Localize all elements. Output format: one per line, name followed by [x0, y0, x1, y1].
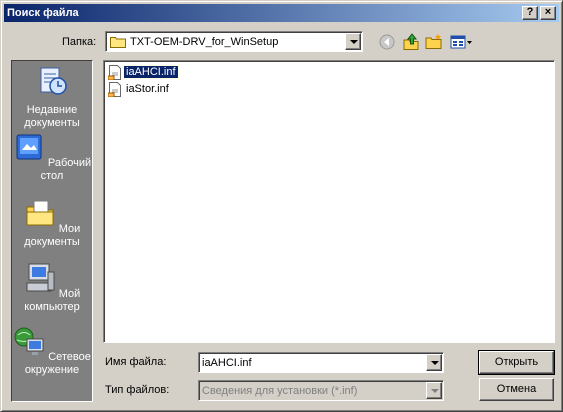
folder-icon — [110, 37, 126, 48]
list-item[interactable]: iaAHCI.inf — [108, 64, 179, 80]
inf-file-icon — [108, 81, 121, 97]
my-computer-icon — [26, 263, 55, 292]
filetype-value: Сведения для установки (*.inf) — [202, 385, 358, 397]
file-name: iaAHCI.inf — [123, 65, 179, 79]
desktop-icon — [16, 134, 42, 160]
file-open-dialog: Поиск файла ? × Папка: TXT-OEM-DRV_for_W… — [0, 0, 563, 412]
network-icon — [14, 327, 44, 355]
title-bar: Поиск файла ? × — [4, 4, 559, 22]
up-folder-icon[interactable] — [401, 32, 421, 52]
lookin-dropdown-arrow[interactable] — [345, 33, 361, 50]
inf-file-icon — [108, 64, 121, 80]
filename-value: iaAHCI.inf — [202, 357, 252, 369]
place-desktop[interactable]: Рабочий стол — [12, 131, 92, 183]
place-label: Рабочий стол — [40, 157, 92, 182]
window-title: Поиск файла — [7, 7, 79, 19]
my-documents-icon — [26, 200, 54, 226]
filename-input[interactable]: iaAHCI.inf — [198, 352, 444, 373]
file-name: iaStor.inf — [126, 83, 169, 95]
open-button[interactable]: Открыть — [478, 350, 555, 375]
view-menu-icon[interactable] — [449, 32, 475, 52]
close-button[interactable]: × — [540, 6, 556, 20]
place-network[interactable]: Сетевое окружение — [12, 325, 92, 377]
back-icon[interactable] — [377, 32, 397, 52]
place-recent-documents[interactable]: Недавние документы — [12, 65, 92, 130]
filetype-label: Тип файлов: — [105, 384, 170, 396]
file-list[interactable]: iaAHCI.inf iaStor.inf — [103, 60, 555, 343]
lookin-label: Папка: — [62, 36, 97, 48]
place-my-documents[interactable]: Мои документы — [12, 197, 92, 249]
place-my-computer[interactable]: Мой компьютер — [12, 262, 92, 314]
list-item[interactable]: iaStor.inf — [108, 81, 171, 97]
filetype-select[interactable]: Сведения для установки (*.inf) — [198, 380, 444, 401]
lookin-combo[interactable]: TXT-OEM-DRV_for_WinSetup — [105, 31, 363, 52]
filetype-dropdown-arrow[interactable] — [426, 382, 442, 399]
help-button[interactable]: ? — [522, 6, 538, 20]
recent-documents-icon — [40, 67, 67, 95]
places-bar: Недавние документы Рабочий стол Мои доку… — [11, 60, 93, 402]
new-folder-icon[interactable] — [424, 32, 444, 52]
cancel-button[interactable]: Отмена — [479, 378, 554, 401]
filename-label: Имя файла: — [105, 356, 167, 368]
filename-dropdown-arrow[interactable] — [426, 354, 442, 371]
lookin-value: TXT-OEM-DRV_for_WinSetup — [130, 36, 279, 48]
place-label: Недавние документы — [24, 104, 80, 129]
